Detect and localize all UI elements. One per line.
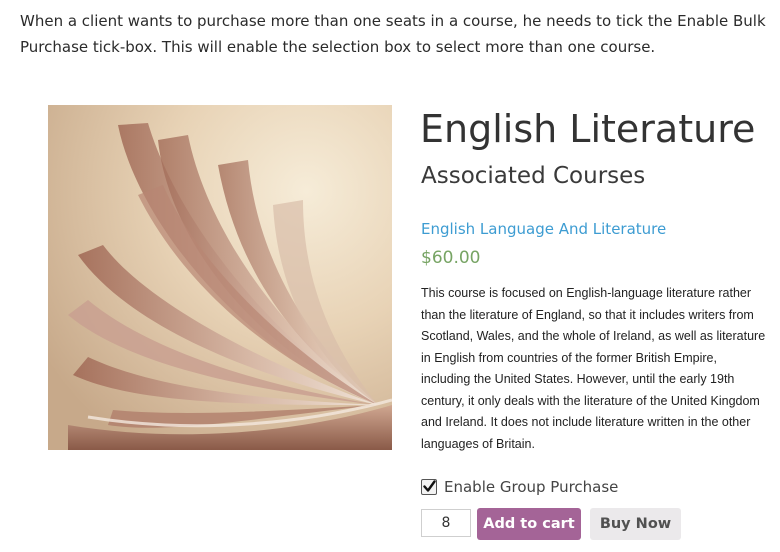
associated-courses-heading: Associated Courses: [421, 163, 646, 189]
add-to-cart-button[interactable]: Add to cart: [477, 508, 581, 540]
group-purchase-row[interactable]: Enable Group Purchase: [421, 478, 618, 496]
quantity-input[interactable]: [421, 509, 471, 537]
open-book-photo-icon: [48, 105, 392, 450]
product-price: $60.00: [421, 248, 481, 268]
product-title: English Literature: [420, 107, 756, 151]
product-image: [48, 105, 392, 450]
course-link[interactable]: English Language And Literature: [421, 219, 666, 239]
group-purchase-label: Enable Group Purchase: [444, 478, 619, 496]
intro-text: When a client wants to purchase more tha…: [20, 12, 766, 56]
buy-now-button[interactable]: Buy Now: [590, 508, 681, 540]
group-purchase-checkbox[interactable]: [421, 479, 437, 495]
product-description: This course is focused on English-langua…: [421, 286, 766, 451]
checkmark-icon: [423, 480, 436, 492]
